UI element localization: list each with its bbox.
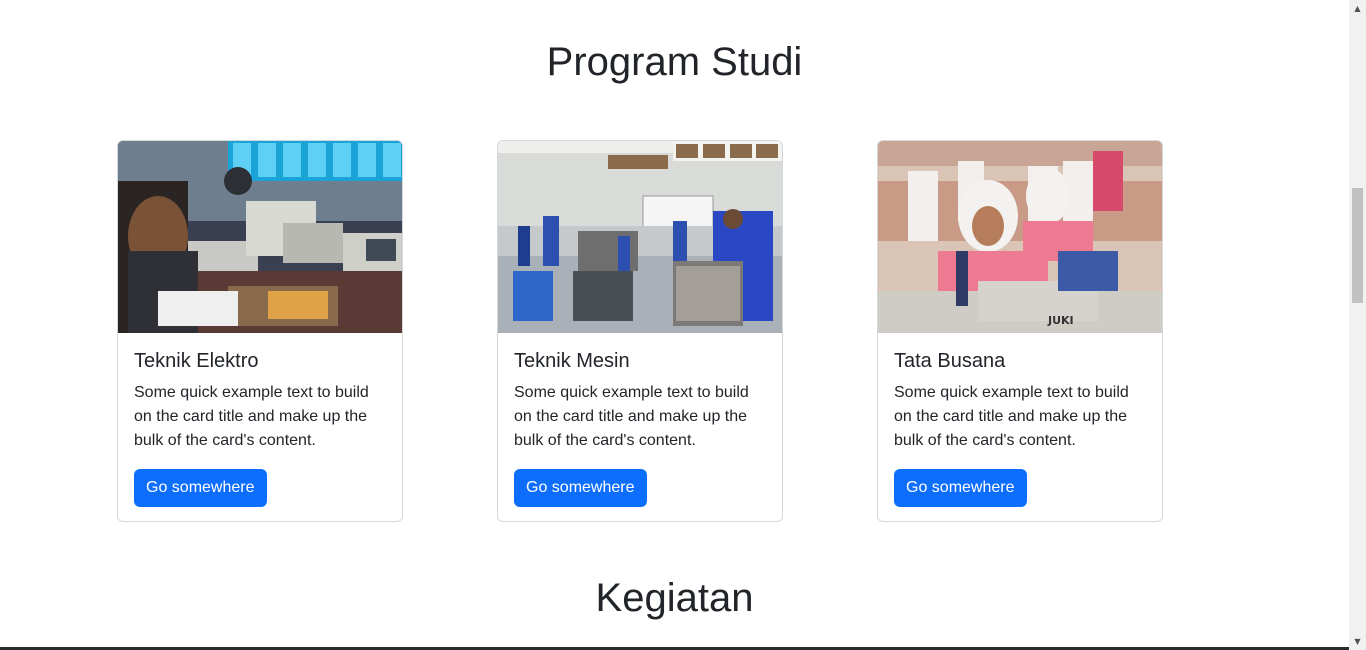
card-text: Some quick example text to build on the … bbox=[894, 384, 1129, 449]
section-title-kegiatan: Kegiatan bbox=[595, 576, 754, 620]
card-text: Some quick example text to build on the … bbox=[134, 384, 369, 449]
card-title: Teknik Elektro bbox=[134, 350, 259, 372]
scroll-down-arrow-icon[interactable]: ▼ bbox=[1349, 633, 1366, 650]
card-title: Teknik Mesin bbox=[514, 350, 630, 372]
svg-text:JUKI: JUKI bbox=[1047, 314, 1074, 327]
page-content: Program Studi Teknik Elektro Some quick … bbox=[0, 0, 1349, 650]
go-somewhere-button[interactable]: Go somewhere bbox=[134, 469, 267, 507]
card-title: Tata Busana bbox=[894, 350, 1006, 372]
scroll-up-arrow-icon[interactable]: ▲ bbox=[1349, 0, 1366, 17]
go-somewhere-button[interactable]: Go somewhere bbox=[514, 469, 647, 507]
browser-viewport: Program Studi Teknik Elektro Some quick … bbox=[0, 0, 1366, 650]
card-image-sewing-class: JUKI bbox=[878, 141, 1162, 333]
card-body: Teknik Mesin Some quick example text to … bbox=[514, 349, 768, 453]
scrollbar-thumb[interactable] bbox=[1352, 188, 1363, 303]
section-title-program-studi: Program Studi bbox=[546, 40, 803, 84]
card-image-electronics-lab bbox=[118, 141, 402, 333]
card-body: Teknik Elektro Some quick example text t… bbox=[134, 349, 388, 453]
card-teknik-elektro: Teknik Elektro Some quick example text t… bbox=[117, 140, 403, 522]
card-teknik-mesin: Teknik Mesin Some quick example text to … bbox=[497, 140, 783, 522]
card-image-engine-workshop bbox=[498, 141, 782, 333]
card-text: Some quick example text to build on the … bbox=[514, 384, 749, 449]
card-tata-busana: JUKI Tata Busana Some quick example text… bbox=[877, 140, 1163, 522]
go-somewhere-button[interactable]: Go somewhere bbox=[894, 469, 1027, 507]
vertical-scrollbar[interactable]: ▲ ▼ bbox=[1349, 0, 1366, 650]
card-body: Tata Busana Some quick example text to b… bbox=[894, 349, 1148, 453]
